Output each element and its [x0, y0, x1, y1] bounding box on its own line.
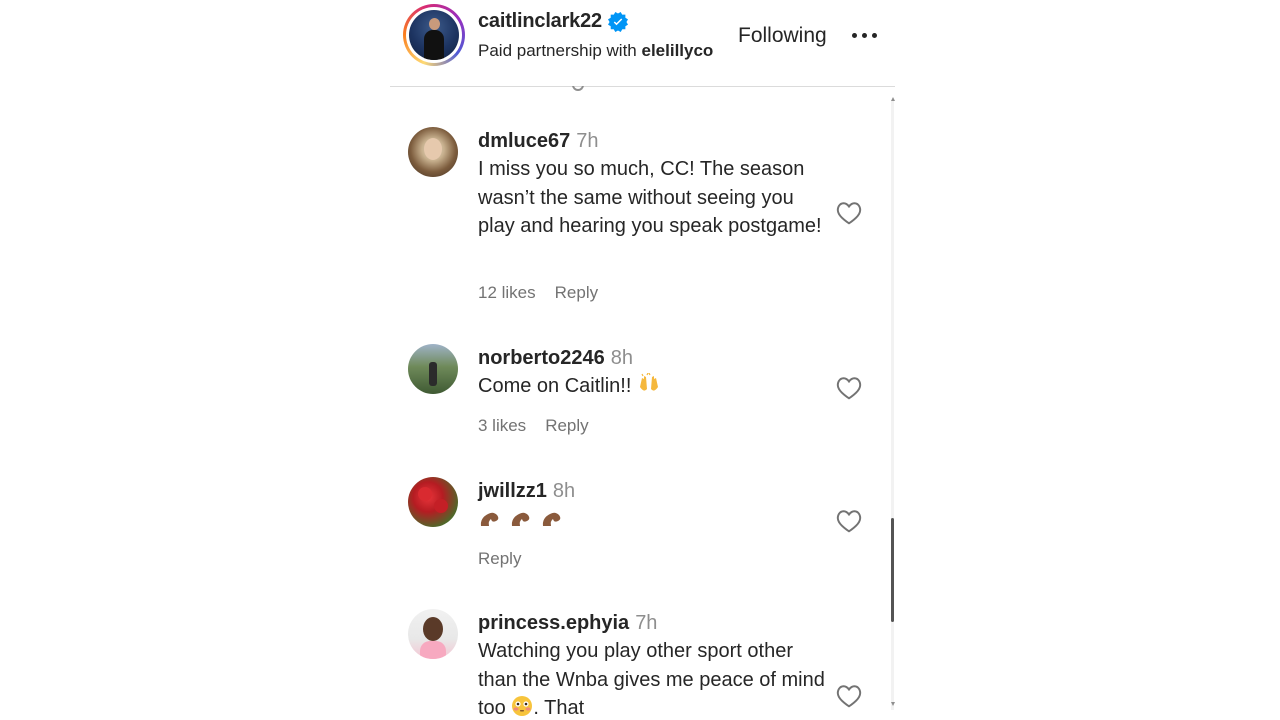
comment-text: Come on Caitlin!!: [478, 372, 830, 401]
partner-link[interactable]: elelillyco: [642, 41, 714, 60]
comment-username[interactable]: jwillzz1: [478, 480, 547, 502]
profile-story-ring[interactable]: [403, 4, 465, 66]
commenter-avatar[interactable]: [408, 477, 458, 527]
commenter-avatar[interactable]: [408, 609, 458, 659]
avatar-figure-body: [424, 30, 444, 60]
header-username-row: caitlinclark22: [478, 10, 628, 33]
more-dot: [862, 33, 867, 38]
comment-username[interactable]: dmluce67: [478, 130, 570, 152]
flushed-face-emoji-icon: [512, 696, 533, 716]
scroll-down-arrow-icon[interactable]: [891, 702, 895, 706]
comment-reply-button[interactable]: Reply: [555, 283, 598, 303]
comment-header: jwillzz1 8h: [478, 477, 575, 505]
comment-header: princess.ephyia 7h: [478, 609, 657, 637]
more-options-icon[interactable]: [852, 33, 878, 39]
partnership-label: Paid partnership with elelillyco: [478, 41, 713, 61]
header-avatar[interactable]: [409, 10, 459, 60]
scroll-up-arrow-icon[interactable]: [891, 97, 895, 101]
post-header: caitlinclark22 Paid partnership with ele…: [390, 0, 895, 87]
header-username[interactable]: caitlinclark22: [478, 10, 602, 33]
comment-reply-button[interactable]: Reply: [478, 549, 521, 569]
scrolled-content-remnant: [572, 86, 594, 91]
comment-username[interactable]: princess.ephyia: [478, 612, 629, 634]
comment-time: 8h: [610, 347, 633, 369]
comment-time: 8h: [552, 480, 576, 502]
avatar-figure-head: [429, 18, 440, 30]
comment-text: Watching you play other sport other than…: [478, 637, 830, 720]
like-heart-icon[interactable]: [836, 201, 862, 225]
flexed-biceps-emoji-icon: [480, 512, 561, 526]
comment-header: norberto2246 8h: [478, 344, 633, 372]
comment-actions: 12 likes Reply: [478, 283, 598, 303]
comment-text-tail: . That: [533, 697, 585, 719]
comment-actions: 3 likes Reply: [478, 416, 589, 436]
comment-reply-button[interactable]: Reply: [545, 416, 588, 436]
scrollbar-thumb[interactable]: [891, 518, 894, 622]
comment-username[interactable]: norberto2246: [478, 347, 605, 369]
following-button[interactable]: Following: [738, 24, 827, 48]
comment-likes[interactable]: 3 likes: [478, 416, 526, 436]
avatar-shirt: [420, 641, 446, 659]
comment-time: 7h: [635, 612, 658, 634]
commenter-avatar[interactable]: [408, 344, 458, 394]
avatar-figure: [429, 362, 437, 386]
more-dot: [852, 33, 857, 38]
comment-text-body: Come on Caitlin!!: [478, 375, 632, 397]
comment-text: I miss you so much, CC! The season wasn’…: [478, 158, 822, 237]
comment-likes[interactable]: 12 likes: [478, 283, 536, 303]
more-dot: [872, 33, 877, 38]
verified-badge-icon: [607, 11, 628, 32]
avatar-flower: [418, 487, 432, 501]
like-heart-icon[interactable]: [836, 509, 862, 533]
comment-actions: Reply: [478, 549, 521, 569]
comments-panel: caitlinclark22 Paid partnership with ele…: [390, 0, 895, 720]
avatar-face: [424, 138, 442, 160]
comment-header: dmluce67 7h: [478, 127, 599, 155]
raising-hands-emoji-icon: [639, 373, 658, 391]
like-heart-icon[interactable]: [836, 376, 862, 400]
like-heart-icon[interactable]: [836, 684, 862, 708]
story-ring-inner: [406, 7, 462, 63]
avatar-face: [423, 617, 443, 641]
avatar-flower: [434, 499, 448, 513]
comment-time: 7h: [576, 130, 599, 152]
comment-text: [478, 508, 830, 539]
partnership-prefix: Paid partnership with: [478, 41, 637, 60]
commenter-avatar[interactable]: [408, 127, 458, 177]
